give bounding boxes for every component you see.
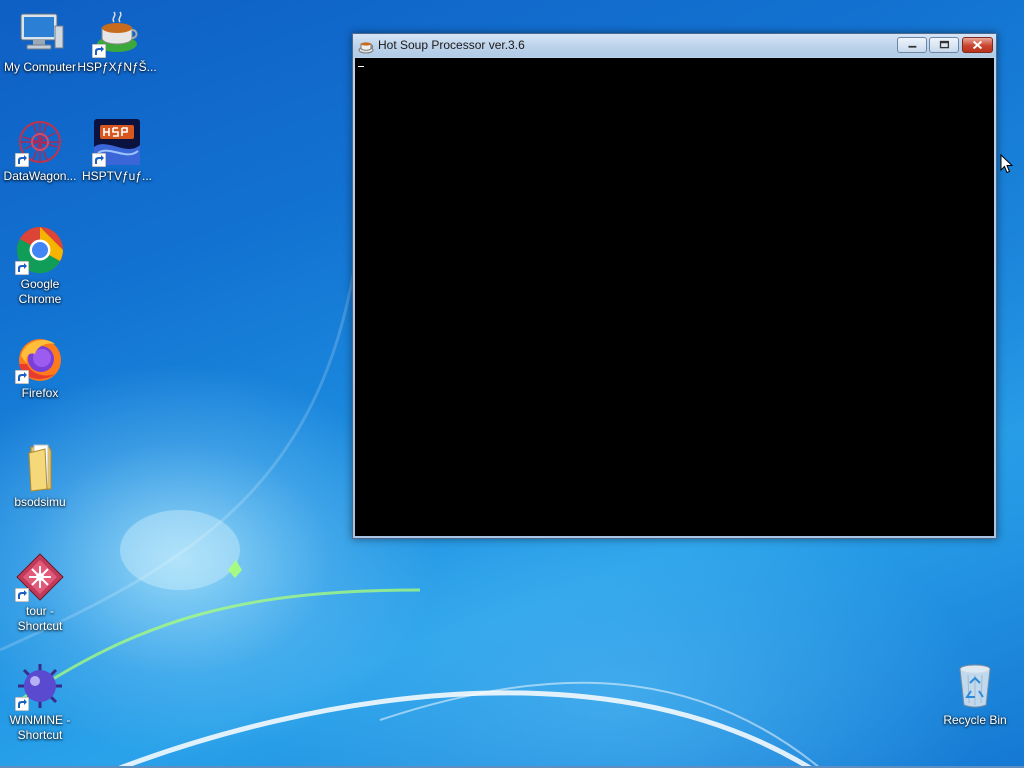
maximize-icon: [939, 40, 950, 49]
shortcut-arrow-icon: [15, 588, 29, 602]
shortcut-arrow-icon: [92, 153, 106, 167]
minimize-icon: [908, 45, 917, 48]
desktop-icon-datawagon[interactable]: DataWagon...: [0, 117, 80, 184]
minimize-button[interactable]: [897, 37, 927, 53]
desktop-icon-hsptv[interactable]: HSPTVƒuƒ...: [77, 117, 157, 184]
desktop-icon-firefox[interactable]: Firefox: [0, 334, 80, 401]
desktop-icon-label: bsodsimu: [14, 495, 66, 509]
desktop-icon-recycle-bin[interactable]: Recycle Bin: [935, 661, 1015, 728]
desktop-icon-label: DataWagon...: [3, 169, 77, 183]
text-cursor: [358, 66, 364, 67]
desktop-icon-hsp-script-editor[interactable]: HSPƒXƒNƒŠ...: [77, 8, 157, 75]
desktop-icon-bsodsimu[interactable]: bsodsimu: [0, 443, 80, 510]
recycle-bin-icon: [950, 661, 1000, 711]
folder-icon: [15, 443, 65, 493]
tour-icon: [15, 552, 65, 602]
shortcut-arrow-icon: [15, 261, 29, 275]
desktop: My Computer HSPƒXƒNƒŠ... DataWagon... HS…: [0, 0, 1024, 768]
mine-icon: [15, 661, 65, 711]
hsp-window[interactable]: Hot Soup Processor ver.3.6: [352, 33, 997, 539]
computer-icon: [15, 8, 65, 58]
console-client-area[interactable]: [355, 58, 994, 536]
desktop-icon-label: Google Chrome: [18, 277, 62, 306]
desktop-icon-label: WINMINE - Shortcut: [9, 713, 71, 742]
desktop-icon-winmine-shortcut[interactable]: WINMINE - Shortcut: [0, 661, 80, 743]
chrome-icon: [15, 225, 65, 275]
hsp-teacup-icon: [92, 8, 142, 58]
close-button[interactable]: [962, 37, 993, 53]
window-title: Hot Soup Processor ver.3.6: [378, 38, 525, 52]
mouse-pointer-icon: [1000, 154, 1014, 174]
shortcut-arrow-icon: [15, 370, 29, 384]
shortcut-arrow-icon: [92, 44, 106, 58]
shortcut-arrow-icon: [15, 697, 29, 711]
close-icon: [972, 40, 983, 50]
shortcut-arrow-icon: [15, 153, 29, 167]
window-titlebar[interactable]: Hot Soup Processor ver.3.6: [353, 34, 996, 57]
desktop-icon-label: Recycle Bin: [943, 713, 1007, 727]
datawagon-icon: [15, 117, 65, 167]
desktop-icon-tour-shortcut[interactable]: tour - Shortcut: [0, 552, 80, 634]
desktop-icon-label: HSPƒXƒNƒŠ...: [77, 60, 157, 74]
firefox-icon: [15, 334, 65, 384]
desktop-icon-label: Firefox: [21, 386, 59, 400]
desktop-icon-label: tour - Shortcut: [17, 604, 63, 633]
desktop-icon-my-computer[interactable]: My Computer: [0, 8, 80, 75]
maximize-button[interactable]: [929, 37, 959, 53]
desktop-icon-google-chrome[interactable]: Google Chrome: [0, 225, 80, 307]
hsp-teacup-icon: [358, 38, 374, 54]
desktop-icon-label: HSPTVƒuƒ...: [81, 169, 153, 183]
hsptv-icon: [92, 117, 142, 167]
desktop-icon-label: My Computer: [3, 60, 77, 74]
